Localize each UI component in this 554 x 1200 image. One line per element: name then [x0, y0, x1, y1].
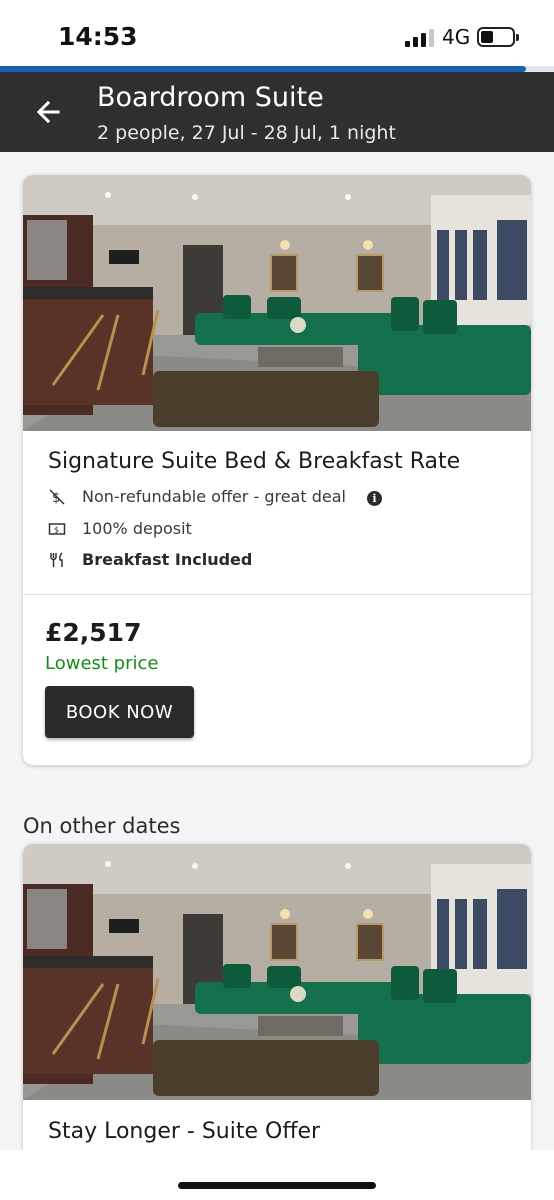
bottom-bar	[0, 1150, 554, 1200]
offer-title: Signature Suite Bed & Breakfast Rate	[48, 449, 461, 474]
feature-non-refundable: $ Non-refundable offer - great deal i	[48, 487, 508, 509]
battery-icon	[477, 27, 519, 47]
arrow-left-icon	[36, 100, 60, 124]
cutlery-icon	[50, 552, 63, 567]
feature-text: Breakfast Included	[82, 550, 253, 569]
deposit-icon: $	[48, 523, 66, 535]
other-offer-title: Stay Longer - Suite Offer	[48, 1119, 321, 1144]
feature-deposit: $ 100% deposit	[48, 519, 508, 541]
feature-text: 100% deposit	[82, 519, 192, 538]
offer-card: Signature Suite Bed & Breakfast Rate $ N…	[23, 175, 531, 765]
app-header: Boardroom Suite 2 people, 27 Jul - 28 Ju…	[0, 72, 554, 152]
divider	[23, 594, 531, 595]
back-button[interactable]	[28, 92, 68, 132]
price: £2,517	[45, 618, 142, 647]
room-photo[interactable]	[23, 844, 531, 1100]
other-dates-heading: On other dates	[23, 814, 181, 838]
network-type: 4G	[442, 25, 471, 49]
room-photo[interactable]	[23, 175, 531, 431]
home-indicator[interactable]	[178, 1182, 376, 1189]
lowest-price-label: Lowest price	[45, 653, 159, 674]
info-icon[interactable]: i	[367, 491, 382, 506]
status-time: 14:53	[58, 22, 138, 51]
other-offer-card[interactable]: Stay Longer - Suite Offer	[23, 844, 531, 1164]
booking-summary: 2 people, 27 Jul - 28 Jul, 1 night	[97, 122, 396, 144]
battery-level	[481, 31, 493, 43]
feature-text: Non-refundable offer - great deal	[82, 487, 346, 506]
non-refundable-icon: $	[49, 489, 65, 506]
page-title: Boardroom Suite	[97, 82, 324, 113]
signal-strength-icon	[405, 29, 435, 47]
book-now-button[interactable]: BOOK NOW	[45, 686, 194, 738]
feature-breakfast: Breakfast Included	[48, 550, 508, 572]
status-bar: 14:53 4G	[0, 0, 554, 66]
svg-text:$: $	[54, 526, 59, 535]
